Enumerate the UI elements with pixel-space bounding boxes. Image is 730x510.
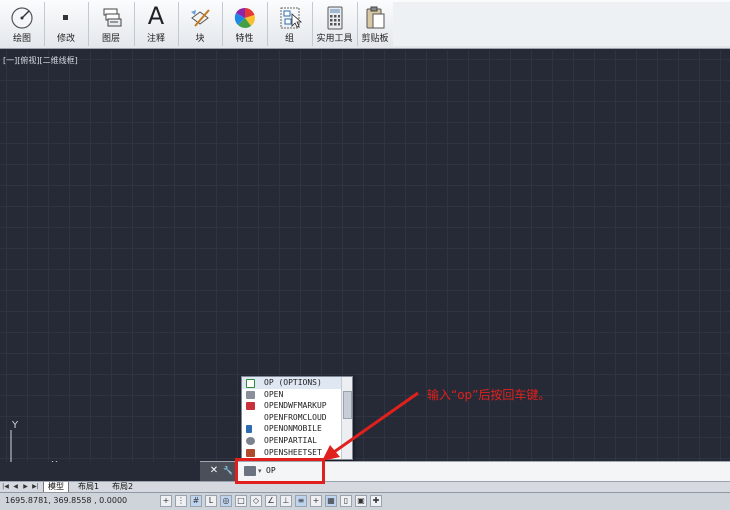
autocomplete-item[interactable]: OPENONMOBILE	[242, 423, 352, 435]
sheetset-icon	[246, 448, 255, 457]
ribbon-panel-utilities[interactable]: 实用工具	[312, 2, 358, 46]
ribbon-panel-label: 图层	[101, 34, 120, 44]
status-bar: 1695.8781, 369.8558 , 0.0000 + ⋮ # L ◎ □…	[0, 492, 730, 510]
prev-tab-button[interactable]: ◀	[12, 483, 19, 491]
ribbon-panel-block[interactable]: 块	[178, 2, 223, 46]
ucs-icon: Y X	[10, 420, 58, 462]
block-icon	[191, 9, 210, 27]
autocomplete-item[interactable]: OPENSHEETSET	[242, 447, 352, 459]
ribbon-panel-label: 注释	[146, 34, 165, 44]
autocomplete-scrollbar[interactable]	[341, 377, 352, 459]
ortho-mode-button[interactable]: L	[205, 495, 217, 507]
command-line-handle[interactable]: ✕ 🔧	[200, 462, 238, 481]
autocomplete-item[interactable]: OPENPARTIAL	[242, 435, 352, 447]
autocomplete-item[interactable]: OPENFROMCLOUD	[242, 412, 352, 424]
selection-cycling-button[interactable]: ▣	[355, 495, 367, 507]
ribbon-panel-draw[interactable]: 绘图	[0, 2, 45, 46]
autocomplete-item[interactable]: OPEN	[242, 389, 352, 401]
options-check-icon	[246, 379, 255, 388]
3d-object-snap-button[interactable]: ◇	[250, 495, 262, 507]
autocomplete-item[interactable]: OPENDWFMARKUP	[242, 400, 352, 412]
tab-layout2[interactable]: 布局2	[108, 482, 137, 492]
ribbon-panel-label: 绘图	[12, 34, 31, 44]
autocomplete-scroll-thumb[interactable]	[343, 391, 352, 419]
lineweight-button[interactable]: +	[310, 495, 322, 507]
first-tab-button[interactable]: |◀	[2, 483, 9, 491]
ucs-y-label: Y	[11, 420, 19, 431]
group-icon	[280, 7, 302, 29]
autocomplete-item-label: OPENDWFMARKUP	[264, 401, 327, 411]
ribbon-empty-area	[393, 2, 730, 46]
command-autocomplete-list: OP (OPTIONS) OPEN OPENDWFMARKUP OPENFROM…	[241, 376, 353, 460]
ucs-x-label: X	[51, 460, 58, 462]
clipboard-icon	[366, 6, 385, 29]
mobile-icon	[246, 425, 252, 434]
annotation-icon: A	[147, 2, 165, 30]
ribbon-panel-layers[interactable]: 图层	[88, 2, 135, 46]
snap-mode-button[interactable]: ⋮	[175, 495, 187, 507]
grid-display-button[interactable]: #	[190, 495, 202, 507]
ribbon-panel-annotation[interactable]: A 注释	[134, 2, 179, 46]
tab-model[interactable]: 模型	[43, 482, 69, 492]
drawing-viewport[interactable]: [一][俯视][二维线框] Y X	[0, 50, 730, 462]
dwf-markup-icon	[246, 402, 255, 411]
object-snap-button[interactable]: □	[235, 495, 247, 507]
close-icon[interactable]: ✕	[208, 464, 220, 478]
ribbon-panel-group[interactable]: 组	[267, 2, 313, 46]
ribbon-panel-modify[interactable]: 修改	[44, 2, 89, 46]
ribbon-panel-label: 组	[284, 34, 294, 44]
autocomplete-item[interactable]: OP (OPTIONS)	[242, 377, 352, 389]
autocomplete-item-label: OPENPARTIAL	[264, 435, 317, 445]
open-folder-icon	[246, 390, 255, 399]
wrench-icon[interactable]: 🔧	[222, 464, 234, 478]
annotation-monitor-button[interactable]: ✚	[370, 495, 382, 507]
ribbon-panel-label: 块	[195, 34, 205, 44]
autocomplete-item-label: OPENSHEETSET	[264, 447, 322, 457]
ribbon-panel-properties[interactable]: 特性	[222, 2, 268, 46]
autocomplete-item-label: OPENFROMCLOUD	[264, 412, 327, 422]
quick-properties-button[interactable]: ▯	[340, 495, 352, 507]
dynamic-ucs-button[interactable]: ⊥	[280, 495, 292, 507]
tutorial-highlight-box	[235, 458, 325, 484]
properties-icon	[234, 7, 255, 28]
modify-icon	[63, 15, 68, 20]
autocomplete-item-label: OP (OPTIONS)	[264, 378, 322, 387]
utilities-icon	[327, 6, 342, 30]
viewport-controls-label[interactable]: [一][俯视][二维线框]	[3, 55, 78, 66]
ribbon-panel-label: 修改	[56, 34, 75, 44]
layers-icon	[103, 8, 122, 27]
autocomplete-item-label: OPENONMOBILE	[264, 424, 322, 434]
tab-layout1[interactable]: 布局1	[74, 482, 103, 492]
infer-constraints-button[interactable]: +	[160, 495, 172, 507]
dynamic-input-button[interactable]: ≡	[295, 495, 307, 507]
ribbon-toolbar: 绘图 修改 图层 A 注释 块 特性 组 实用工具 剪贴板	[0, 0, 730, 49]
object-snap-tracking-button[interactable]: ∠	[265, 495, 277, 507]
last-tab-button[interactable]: ▶|	[32, 483, 39, 491]
transparency-button[interactable]: ▦	[325, 495, 337, 507]
autocomplete-item-label: OPEN	[264, 389, 284, 399]
coordinate-readout[interactable]: 1695.8781, 369.8558 , 0.0000	[5, 496, 127, 505]
polar-tracking-button[interactable]: ◎	[220, 495, 232, 507]
ribbon-panel-clipboard[interactable]: 剪贴板	[357, 2, 394, 46]
ribbon-panel-label: 特性	[235, 34, 254, 44]
next-tab-button[interactable]: ▶	[22, 483, 29, 491]
ribbon-panel-label: 实用工具	[316, 34, 353, 44]
tutorial-annotation: 输入“op”后按回车键。	[427, 388, 551, 402]
ribbon-panel-label: 剪贴板	[361, 34, 389, 44]
draw-icon	[11, 7, 33, 29]
gear-icon	[246, 436, 255, 445]
